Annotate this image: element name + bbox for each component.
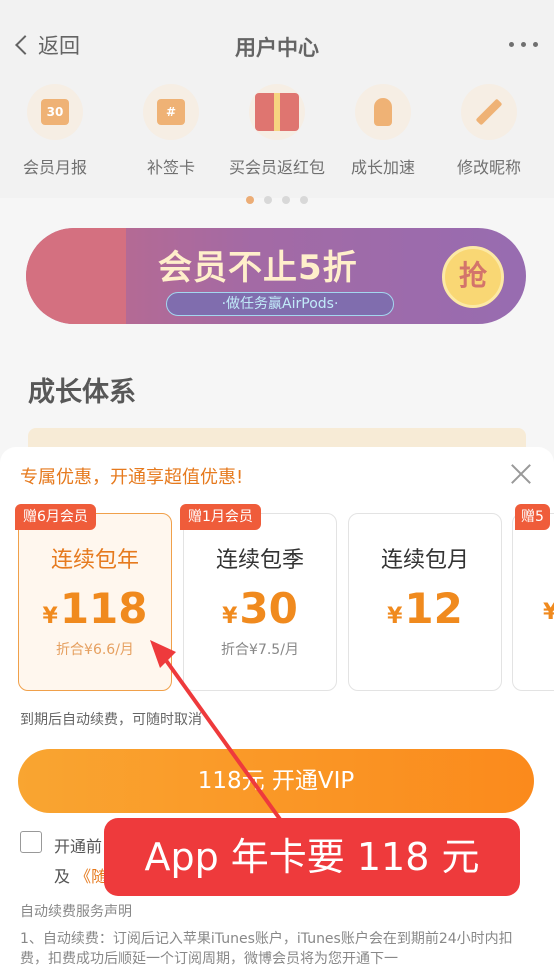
plan-card-quarterly[interactable]: 赠1月会员 连续包季 ¥30 折合¥7.5/月	[180, 504, 337, 691]
plan-name: 连续包年	[50, 548, 139, 573]
plan-badge: 赠5	[515, 504, 550, 530]
agreement-text-2: 及 《随	[54, 867, 108, 886]
declaration-title: 自动续费服务声明	[20, 904, 132, 920]
plan-name: 连续包月	[380, 548, 469, 573]
agreement-text: 开通前	[54, 837, 103, 856]
declaration-body: 1、自动续费：订阅后记入苹果iTunes账户，iTunes账户会在到期前24小时…	[20, 931, 513, 967]
sheet-headline: 专属优惠，开通享超值优惠!	[20, 467, 244, 488]
plan-badge: 赠1月会员	[180, 504, 261, 530]
plan-price: ¥	[543, 600, 554, 625]
plan-per-month: 折合¥6.6/月	[56, 642, 134, 658]
close-icon[interactable]	[508, 461, 534, 487]
auto-renew-note: 到期后自动续费，可随时取消	[20, 712, 202, 728]
open-vip-button[interactable]: 118元 开通VIP	[18, 749, 534, 813]
plan-badge: 赠6月会员	[15, 504, 96, 530]
plan-card-yearly[interactable]: 赠6月会员 连续包年 ¥118 折合¥6.6/月	[15, 504, 172, 691]
agreement-link[interactable]: 《随	[75, 867, 107, 886]
annotation-label: App 年卡要 118 元	[104, 818, 520, 896]
plan-per-month: 折合¥7.5/月	[221, 642, 299, 658]
plan-card-monthly[interactable]: 连续包月 ¥12	[348, 513, 502, 691]
plan-price: ¥30	[222, 584, 298, 633]
plan-price: ¥118	[42, 584, 148, 633]
plan-name: 连续包季	[215, 548, 304, 573]
plan-card-partial[interactable]: 赠5 ¥	[512, 504, 554, 691]
agree-checkbox[interactable]	[20, 831, 42, 853]
plan-price: ¥12	[387, 584, 463, 633]
